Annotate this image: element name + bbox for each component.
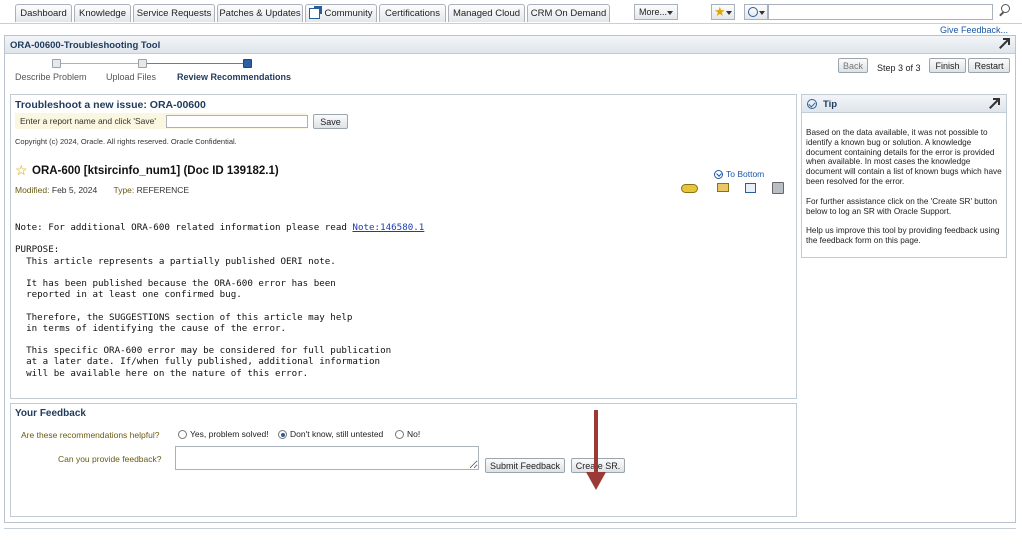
step-indicator: Step 3 of 3 bbox=[877, 63, 921, 73]
annotation-arrow-icon bbox=[586, 410, 606, 492]
star-icon[interactable]: ☆ bbox=[15, 163, 28, 177]
history-button[interactable] bbox=[744, 4, 768, 20]
panel-header: ORA-00600-Troubleshooting Tool bbox=[5, 36, 1015, 54]
tip-body: Based on the data available, it was not … bbox=[806, 128, 1002, 256]
external-link-icon bbox=[309, 6, 323, 19]
search-button[interactable] bbox=[995, 2, 1017, 21]
recommendation-content: Troubleshoot a new issue: ORA-00600 Ente… bbox=[10, 94, 797, 399]
radio-yes-label: Yes, problem solved! bbox=[190, 429, 269, 439]
tab-patches-updates[interactable]: Patches & Updates bbox=[217, 4, 303, 22]
step-label-describe-problem[interactable]: Describe Problem bbox=[15, 72, 87, 82]
radio-dont-know-control[interactable] bbox=[278, 429, 287, 439]
feedback-section: Your Feedback Are these recommendations … bbox=[10, 403, 797, 517]
radio-yes[interactable]: Yes, problem solved! bbox=[178, 429, 269, 439]
submit-feedback-button[interactable]: Submit Feedback bbox=[485, 458, 565, 473]
tab-knowledge[interactable]: Knowledge bbox=[74, 4, 131, 22]
tip-panel: Tip Based on the data available, it was … bbox=[801, 94, 1007, 258]
tip-header: Tip bbox=[802, 95, 1006, 113]
step-label-review-recommendations: Review Recommendations bbox=[177, 72, 292, 82]
search-input[interactable] bbox=[768, 4, 993, 20]
bookmark-icon[interactable] bbox=[681, 184, 698, 193]
document-text: PURPOSE: This article represents a parti… bbox=[15, 244, 392, 379]
tab-crm-on-demand[interactable]: CRM On Demand bbox=[527, 4, 610, 22]
type-value: REFERENCE bbox=[136, 185, 190, 195]
chevron-down-icon bbox=[714, 169, 723, 179]
tab-community-label: Community bbox=[324, 8, 373, 19]
more-label: More... bbox=[639, 7, 668, 17]
tab-community[interactable]: Community bbox=[305, 4, 377, 22]
chevron-down-icon bbox=[667, 11, 673, 15]
top-navigation: Dashboard Knowledge Service Requests Pat… bbox=[0, 0, 1022, 24]
radio-dont-know[interactable]: Don't know, still untested bbox=[278, 429, 383, 439]
more-menu-button[interactable]: More... bbox=[634, 4, 678, 20]
tab-certifications[interactable]: Certifications bbox=[379, 4, 446, 22]
step-node-review-recommendations[interactable] bbox=[243, 59, 252, 68]
clock-icon bbox=[748, 7, 758, 17]
bottom-divider bbox=[4, 525, 1016, 529]
finish-button[interactable]: Finish bbox=[929, 58, 966, 73]
tab-managed-cloud[interactable]: Managed Cloud bbox=[448, 4, 525, 22]
tip-title: Tip bbox=[823, 99, 838, 110]
report-name-label: Enter a report name and click 'Save' bbox=[20, 116, 157, 126]
feedback-question: Can you provide feedback? bbox=[58, 454, 162, 464]
step-node-describe-problem[interactable] bbox=[52, 59, 61, 68]
to-bottom-label: To Bottom bbox=[726, 169, 765, 179]
give-feedback-link[interactable]: Give Feedback... bbox=[940, 25, 1008, 35]
copyright-text: Copyright (c) 2024, Oracle. All rights r… bbox=[15, 137, 237, 146]
report-name-input[interactable] bbox=[166, 115, 308, 128]
back-button[interactable]: Back bbox=[838, 58, 868, 73]
open-window-icon[interactable] bbox=[745, 183, 756, 193]
to-bottom-link[interactable]: To Bottom bbox=[714, 169, 764, 179]
radio-dont-know-label: Don't know, still untested bbox=[290, 429, 384, 439]
note-prefix: Note: For additional ORA-600 related inf… bbox=[15, 222, 353, 233]
radio-no[interactable]: No! bbox=[395, 429, 420, 439]
radio-no-control[interactable] bbox=[395, 429, 404, 439]
modified-label: Modified: bbox=[15, 185, 50, 195]
step-label-upload-files[interactable]: Upload Files bbox=[106, 72, 156, 82]
radio-no-label: No! bbox=[407, 429, 421, 439]
modified-value: Feb 5, 2024 bbox=[51, 185, 98, 195]
tip-paragraph: Help us improve this tool by providing f… bbox=[806, 226, 1000, 246]
tip-paragraph: For further assistance click on the 'Cre… bbox=[806, 196, 998, 216]
issue-heading: Troubleshoot a new issue: ORA-00600 bbox=[15, 99, 206, 111]
type-label: Type: bbox=[113, 185, 135, 195]
save-button[interactable]: Save bbox=[313, 114, 348, 129]
step-node-upload-files[interactable] bbox=[138, 59, 147, 68]
feedback-heading: Your Feedback bbox=[15, 408, 86, 419]
feedback-textarea[interactable] bbox=[175, 446, 479, 470]
tab-dashboard[interactable]: Dashboard bbox=[15, 4, 72, 22]
document-body: Note: For additional ORA-600 related inf… bbox=[15, 222, 424, 379]
tab-service-requests[interactable]: Service Requests bbox=[133, 4, 215, 22]
tip-paragraph: Based on the data available, it was not … bbox=[806, 128, 1002, 186]
document-title: ORA-600 [ktsircinfo_num1] (Doc ID 139182… bbox=[32, 165, 279, 177]
document-meta: Modified: Feb 5, 2024 Type: REFERENCE bbox=[15, 185, 203, 195]
panel-title: ORA-00600-Troubleshooting Tool bbox=[10, 40, 161, 51]
email-icon[interactable] bbox=[717, 183, 729, 192]
maximize-icon[interactable] bbox=[998, 38, 1010, 49]
helpful-question: Are these recommendations helpful? bbox=[21, 430, 160, 440]
restart-button[interactable]: Restart bbox=[968, 58, 1010, 73]
print-icon[interactable] bbox=[772, 182, 784, 194]
maximize-icon[interactable] bbox=[988, 98, 1000, 109]
troubleshooting-tool-panel: ORA-00600-Troubleshooting Tool Describe … bbox=[4, 35, 1016, 523]
chevron-down-icon bbox=[759, 11, 765, 15]
radio-yes-control[interactable] bbox=[178, 429, 187, 439]
note-link[interactable]: Note:146580.1 bbox=[352, 222, 424, 233]
check-circle-icon bbox=[807, 99, 817, 109]
chevron-down-icon bbox=[726, 11, 732, 15]
favorites-button[interactable]: ★ bbox=[711, 4, 735, 20]
star-icon: ★ bbox=[714, 4, 726, 19]
